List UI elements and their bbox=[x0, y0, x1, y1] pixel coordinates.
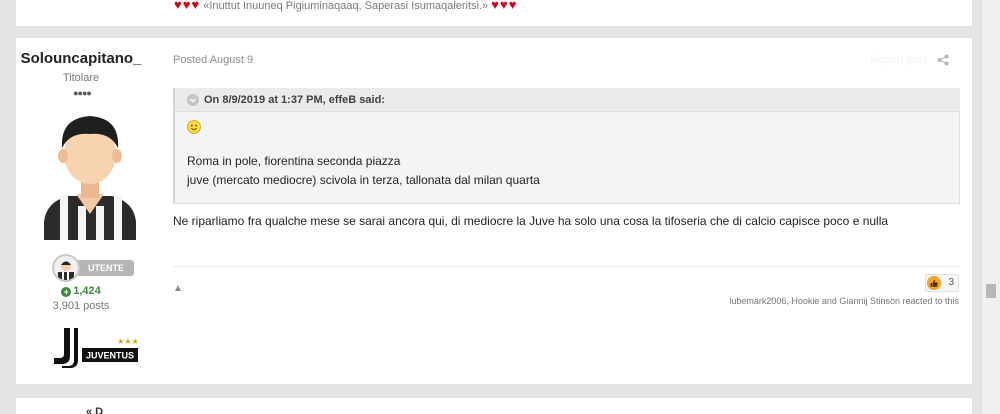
up-arrow-icon[interactable]: ▲ bbox=[173, 283, 183, 294]
post-content: Posted August 9 Report post On 8/9/2019 … bbox=[173, 38, 960, 384]
next-post-fragment: « D bbox=[16, 398, 972, 414]
quote-header[interactable]: On 8/9/2019 at 1:37 PM, effeB said: bbox=[175, 88, 960, 112]
reputation-value: 1,424 bbox=[73, 285, 101, 297]
author-name[interactable]: Solouncapitano_ bbox=[16, 50, 146, 67]
scrollbar[interactable] bbox=[982, 0, 1000, 414]
chevron-down-icon[interactable] bbox=[187, 94, 199, 106]
previous-post-fragment: ♥♥♥ «Inuttut Inuuneq Pigiuminaqaaq, Sape… bbox=[16, 0, 972, 26]
author-panel: Solouncapitano_ Titolare ●●●● UTENTE + 1… bbox=[16, 38, 156, 384]
quote-citation[interactable]: On 8/9/2019 at 1:37 PM, effeB said: bbox=[204, 94, 385, 106]
rank-pips: ●●●● bbox=[73, 88, 92, 98]
quote-line: Roma in pole, fiorentina seconda piazza bbox=[187, 154, 401, 168]
juventus-logo-text: JUVENTUS bbox=[86, 351, 134, 361]
reaction-count: 3 bbox=[948, 277, 954, 288]
post-body: Ne riparliamo fra qualche mese se sarai … bbox=[173, 214, 889, 228]
rank-label: UTENTE bbox=[78, 260, 134, 276]
scrollbar-thumb[interactable] bbox=[986, 284, 996, 298]
previous-post-signature: ♥♥♥ «Inuttut Inuuneq Pigiuminaqaaq, Sape… bbox=[174, 0, 517, 13]
next-post-author[interactable]: « D bbox=[86, 406, 103, 414]
plus-circle-icon: + bbox=[61, 287, 72, 297]
smiley-icon bbox=[187, 120, 201, 134]
avatar[interactable] bbox=[38, 110, 142, 240]
rank-avatar-icon bbox=[52, 254, 80, 282]
signature-text: «Inuttut Inuuneq Pigiuminaqaaq, Saperasi… bbox=[203, 0, 489, 12]
reputation-count[interactable]: +1,424 bbox=[16, 285, 146, 297]
rank-badge: UTENTE bbox=[52, 254, 136, 282]
quote-block: On 8/9/2019 at 1:37 PM, effeB said: Roma… bbox=[173, 88, 960, 204]
heart-icon: ♥♥♥ bbox=[491, 0, 518, 12]
report-post-link[interactable]: Report post bbox=[870, 54, 927, 66]
forum-post: Solouncapitano_ Titolare ●●●● UTENTE + 1… bbox=[16, 38, 972, 384]
heart-icon: ♥♥♥ bbox=[174, 0, 201, 12]
share-icon[interactable] bbox=[937, 54, 949, 66]
quote-line: juve (mercato mediocre) scivola in terza… bbox=[187, 173, 540, 187]
reacted-by-text[interactable]: lubemark2006, Hookie and Giannij Stinson… bbox=[729, 296, 959, 306]
post-count: 3,901 posts bbox=[52, 300, 110, 312]
thumbs-up-icon bbox=[927, 276, 941, 290]
post-divider bbox=[173, 266, 959, 267]
juventus-logo: JUVENTUS ★★★ bbox=[54, 328, 139, 368]
post-date[interactable]: Posted August 9 bbox=[173, 54, 253, 66]
reaction-button[interactable]: 3 bbox=[925, 274, 959, 292]
author-title: Titolare bbox=[62, 72, 100, 84]
svg-text:★★★: ★★★ bbox=[117, 337, 139, 346]
